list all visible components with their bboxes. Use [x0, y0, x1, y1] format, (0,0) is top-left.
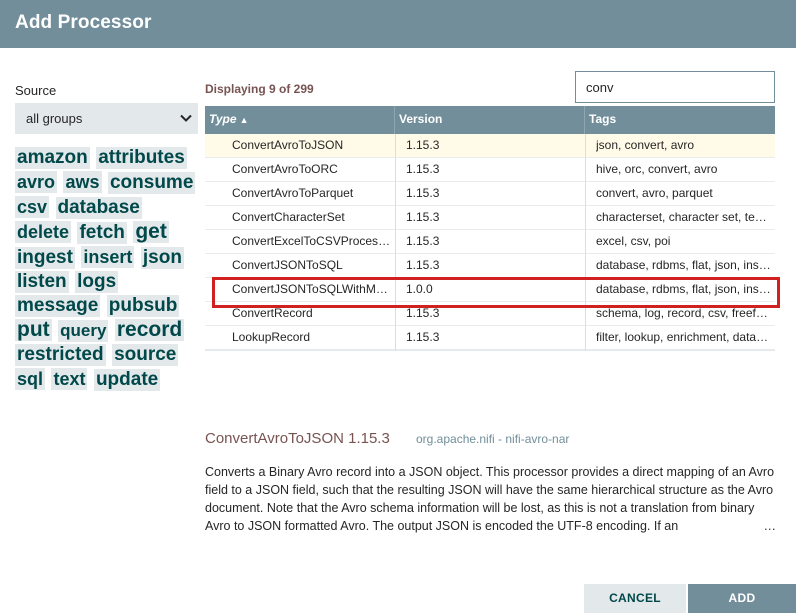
table-row[interactable]: ConvertJSONToSQL 1.15.3 database, rdbms, f… [205, 254, 775, 278]
column-line [585, 134, 586, 351]
cell-version: 1.15.3 [406, 162, 440, 176]
table-row[interactable]: ConvertCharacterSet 1.15.3 characterset, c… [205, 206, 775, 230]
processor-table: Type ▲ Version Tags ConvertAvroToJSON 1.15… [205, 106, 775, 351]
cell-type: ConvertRecord [232, 306, 313, 320]
cell-version: 1.15.3 [406, 330, 440, 344]
cell-type: ConvertCharacterSet [232, 210, 345, 224]
tag-update[interactable]: update [93, 369, 161, 391]
table-row[interactable]: ConvertJSONToSQLWithMerge 1.0.0 database, … [205, 278, 775, 302]
cell-tags: database, rdbms, flat, json, insert, upd… [596, 282, 772, 296]
column-divider[interactable] [584, 106, 585, 134]
cell-tags: excel, csv, poi [596, 234, 671, 248]
selected-processor-name: ConvertAvroToJSON 1.15.3 [205, 430, 390, 447]
column-divider[interactable] [394, 106, 395, 134]
tag-text[interactable]: text [51, 368, 88, 390]
table-row[interactable]: ConvertAvroToParquet 1.15.3 convert, avro,… [205, 182, 775, 206]
cell-tags: convert, avro, parquet [596, 186, 713, 200]
tag-csv[interactable]: csv [15, 196, 50, 218]
cell-type: ConvertAvroToJSON [232, 138, 344, 152]
tag-attributes[interactable]: attributes [96, 147, 187, 169]
tag-amazon[interactable]: amazon [15, 147, 90, 169]
tag-put[interactable]: put [15, 319, 52, 341]
column-header-version[interactable]: Version [399, 106, 442, 134]
cancel-button[interactable]: CANCEL [584, 584, 686, 613]
cell-tags: characterset, character set, text, encod… [596, 210, 772, 224]
table-header: Type ▲ Version Tags [205, 106, 775, 134]
cell-version: 1.15.3 [406, 210, 440, 224]
source-label: Source [15, 83, 57, 98]
tag-message[interactable]: message [15, 295, 101, 317]
column-header-type-label: Type [209, 112, 237, 126]
cell-type: ConvertAvroToORC [232, 162, 338, 176]
cell-type: LookupRecord [232, 330, 311, 344]
tag-source[interactable]: source [112, 344, 179, 366]
processor-description: Converts a Binary Avro record into a JSO… [205, 463, 776, 535]
column-header-type[interactable]: Type ▲ [209, 106, 248, 134]
tag-database[interactable]: database [55, 197, 142, 219]
sort-ascending-icon: ▲ [239, 115, 249, 125]
tag-get[interactable]: get [133, 221, 169, 243]
cell-tags: database, rdbms, flat, json, insert, upd… [596, 258, 772, 272]
tag-insert[interactable]: insert [81, 246, 135, 268]
cell-version: 1.15.3 [406, 258, 440, 272]
tag-restricted[interactable]: restricted [15, 344, 106, 366]
cell-type: ConvertJSONToSQLWithMerge [232, 282, 392, 296]
tag-logs[interactable]: logs [75, 271, 119, 293]
tag-avro[interactable]: avro [15, 171, 58, 193]
processor-description-text: Converts a Binary Avro record into a JSO… [205, 465, 775, 533]
cell-tags: hive, orc, convert, avro [596, 162, 718, 176]
cell-type: ConvertAvroToParquet [232, 186, 354, 200]
source-group-select[interactable]: all groups [15, 103, 198, 134]
cell-tags: filter, lookup, enrichment, database [596, 330, 772, 344]
cell-type: ConvertJSONToSQL [232, 258, 343, 272]
cell-version: 1.15.3 [406, 186, 440, 200]
description-ellipsis: … [759, 517, 776, 535]
tag-json[interactable]: json [140, 247, 184, 269]
tag-sql[interactable]: sql [15, 368, 46, 390]
selected-processor-bundle: org.apache.nifi - nifi-avro-nar [416, 432, 570, 446]
table-row[interactable]: LookupRecord 1.15.3 filter, lookup, enrich… [205, 326, 775, 350]
results-count: Displaying 9 of 299 [205, 82, 314, 96]
table-row[interactable]: ConvertRecord 1.15.3 schema, log, record, … [205, 302, 775, 326]
tag-consume[interactable]: consume [107, 172, 196, 194]
cell-tags: json, convert, avro [596, 138, 695, 152]
tag-delete[interactable]: delete [15, 221, 72, 243]
cell-version: 1.15.3 [406, 138, 440, 152]
cell-version: 1.0.0 [406, 282, 433, 296]
tag-ingest[interactable]: ingest [15, 247, 75, 269]
table-row[interactable]: ConvertExcelToCSVProcessor 1.15.3 excel, c… [205, 230, 775, 254]
chevron-down-icon [180, 114, 192, 122]
tag-listen[interactable]: listen [15, 271, 69, 293]
cell-version: 1.15.3 [406, 234, 440, 248]
tag-cloud: amazon attributes avro aws consume csv d… [15, 147, 205, 393]
dialog-title: Add Processor [15, 12, 152, 33]
tag-fetch[interactable]: fetch [77, 222, 127, 244]
add-button[interactable]: ADD [688, 584, 796, 613]
table-row[interactable]: ConvertAvroToJSON 1.15.3 json, convert, av… [205, 134, 775, 158]
tag-record[interactable]: record [114, 319, 185, 341]
cell-type: ConvertExcelToCSVProcessor [232, 234, 392, 248]
column-line [395, 134, 396, 351]
tag-aws[interactable]: aws [63, 171, 102, 193]
tag-pubsub[interactable]: pubsub [106, 295, 180, 317]
dialog-header: Add Processor [0, 0, 796, 48]
filter-search-input[interactable] [575, 71, 775, 103]
cell-tags: schema, log, record, csv, freeform, avro [596, 306, 772, 320]
column-header-tags[interactable]: Tags [589, 106, 616, 134]
cell-version: 1.15.3 [406, 306, 440, 320]
table-row[interactable]: ConvertAvroToORC 1.15.3 hive, orc, convert… [205, 158, 775, 182]
table-body: ConvertAvroToJSON 1.15.3 json, convert, av… [205, 134, 775, 350]
source-select-value: all groups [26, 111, 83, 126]
tag-query[interactable]: query [58, 320, 109, 342]
